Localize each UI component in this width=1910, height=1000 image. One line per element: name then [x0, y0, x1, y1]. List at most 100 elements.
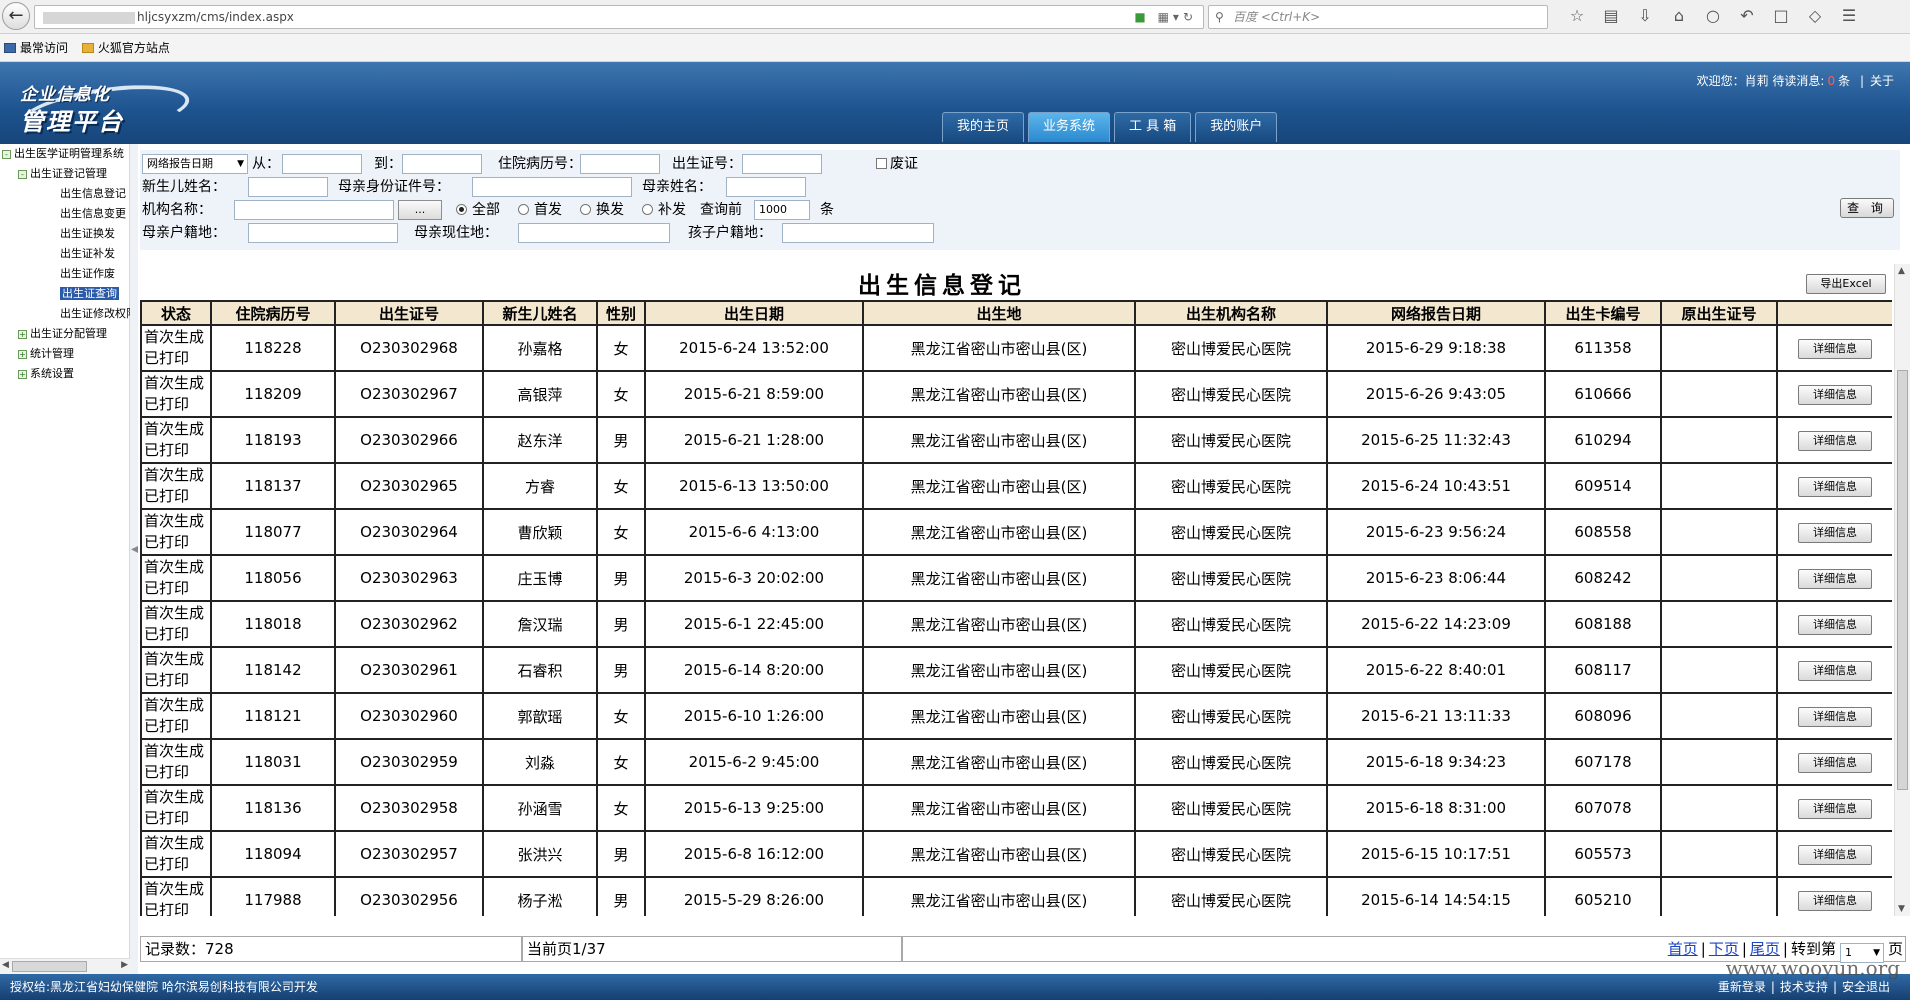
date-to-input[interactable]	[402, 154, 482, 174]
menu-icon[interactable]: ☰	[1832, 6, 1866, 25]
radio-reissue[interactable]	[642, 204, 653, 215]
detail-button[interactable]: 详细信息	[1798, 660, 1872, 681]
scroll-right-icon[interactable]: ▶	[121, 960, 128, 970]
detail-button[interactable]: 详细信息	[1798, 522, 1872, 543]
detail-button[interactable]: 详细信息	[1798, 614, 1872, 635]
tab-business-system[interactable]: 业务系统	[1028, 112, 1111, 142]
detail-button[interactable]: 详细信息	[1798, 476, 1872, 497]
org-picker-button[interactable]: ...	[398, 200, 442, 220]
scroll-thumb[interactable]	[12, 961, 87, 972]
expand-icon[interactable]: +	[18, 350, 27, 359]
tree-group-settings[interactable]: + 系统设置	[18, 366, 74, 382]
logout-link[interactable]: 安全退出	[1842, 980, 1890, 994]
status-line1: 首次生成	[144, 328, 205, 346]
export-excel-button[interactable]: 导出Excel	[1806, 274, 1886, 294]
column-header	[1776, 300, 1892, 326]
detail-button[interactable]: 详细信息	[1798, 752, 1872, 773]
org-input[interactable]	[234, 200, 394, 220]
scroll-left-icon[interactable]: ◀	[2, 960, 9, 970]
scroll-down-icon[interactable]: ▼	[1898, 904, 1905, 914]
child-reg-input[interactable]	[782, 223, 934, 243]
birthplace-cell: 黑龙江省密山市密山县(区)	[862, 784, 1136, 832]
tab-toolbox[interactable]: 工 具 箱	[1114, 112, 1192, 142]
qr-icon[interactable]: ▦	[1158, 10, 1173, 24]
mother-reg-input[interactable]	[248, 223, 398, 243]
detail-button[interactable]: 详细信息	[1798, 338, 1872, 359]
star-icon[interactable]: ☆	[1560, 6, 1594, 25]
detail-button[interactable]: 详细信息	[1798, 430, 1872, 451]
detail-button[interactable]: 详细信息	[1798, 706, 1872, 727]
record-no-cell: 117988	[210, 876, 336, 916]
detail-button[interactable]: 详细信息	[1798, 568, 1872, 589]
collapse-icon[interactable]: -	[18, 170, 27, 179]
sidebar-hscrollbar[interactable]: ◀ ▶	[0, 958, 130, 974]
sidebar-splitter[interactable]: ◀	[130, 144, 139, 974]
chat-icon[interactable]: ○	[1696, 6, 1730, 25]
expand-icon[interactable]: +	[18, 330, 27, 339]
record-no-input[interactable]	[580, 154, 660, 174]
date-type-select[interactable]: 网络报告日期 ▼	[142, 154, 248, 174]
mother-name-input[interactable]	[726, 177, 806, 197]
detail-button[interactable]: 详细信息	[1798, 890, 1872, 911]
home-icon[interactable]: ⌂	[1662, 6, 1696, 25]
void-checkbox[interactable]	[876, 158, 887, 169]
relogin-link[interactable]: 重新登录	[1718, 980, 1766, 994]
first-page-link[interactable]: 首页	[1668, 940, 1698, 958]
undo-icon[interactable]: ↶	[1730, 6, 1764, 25]
dropdown-icon[interactable]: ▾	[1173, 10, 1183, 24]
mother-id-input[interactable]	[472, 177, 632, 197]
reader-icon[interactable]: ▤	[1594, 6, 1628, 25]
mother-addr-input[interactable]	[518, 223, 670, 243]
scroll-thumb[interactable]	[1897, 370, 1908, 790]
expand-icon[interactable]: +	[18, 370, 27, 379]
back-arrow-icon[interactable]: ←	[2, 2, 30, 30]
message-icon[interactable]: ◇	[1798, 6, 1832, 25]
tree-leaf-cert-exchange[interactable]: 出生证换发	[60, 226, 115, 242]
baby-name-input[interactable]	[248, 177, 328, 197]
tree-leaf-cert-permission[interactable]: 出生证修改权限	[60, 306, 137, 322]
collapse-icon[interactable]: -	[2, 150, 11, 159]
institution-cell: 密山博爱民心医院	[1134, 600, 1328, 648]
radio-first[interactable]	[518, 204, 529, 215]
crop-icon[interactable]: □	[1764, 6, 1798, 25]
radio-change[interactable]	[580, 204, 591, 215]
tab-my-account[interactable]: 我的账户	[1195, 112, 1278, 142]
detail-button[interactable]: 详细信息	[1798, 384, 1872, 405]
tree-group-registration[interactable]: - 出生证登记管理	[18, 166, 107, 182]
scroll-up-icon[interactable]: ▲	[1898, 266, 1905, 276]
radio-first-label: 首发	[534, 202, 562, 218]
tree-group-allocation[interactable]: + 出生证分配管理	[18, 326, 107, 342]
detail-button[interactable]: 详细信息	[1798, 844, 1872, 865]
unread-count[interactable]: 0	[1824, 74, 1838, 88]
action-cell: 详细信息	[1776, 830, 1892, 878]
tree-leaf-cert-void[interactable]: 出生证作废	[60, 266, 115, 282]
action-cell: 详细信息	[1776, 784, 1892, 832]
tree-group-label: 出生证分配管理	[30, 327, 107, 340]
about-link[interactable]: 关于	[1870, 74, 1894, 88]
bookmark-firefox-site[interactable]: 火狐官方站点	[81, 34, 170, 62]
tree-leaf-birth-change[interactable]: 出生信息变更	[60, 206, 126, 222]
address-bar[interactable]: hljcsyxzm/cms/index.aspx ■ ▦▾↻	[34, 5, 1204, 29]
tree-leaf-cert-reissue[interactable]: 出生证补发	[60, 246, 115, 262]
query-count-input[interactable]: 1000	[754, 200, 810, 220]
bookmark-most-visited[interactable]: 最常访问	[4, 34, 68, 62]
detail-button[interactable]: 详细信息	[1798, 798, 1872, 819]
tree-root[interactable]: - 出生医学证明管理系统	[2, 146, 124, 162]
tree-group-statistics[interactable]: + 统计管理	[18, 346, 74, 362]
support-link[interactable]: 技术支持	[1780, 980, 1828, 994]
status-line2: 已打印	[144, 671, 190, 689]
query-button[interactable]: 查 询	[1840, 198, 1894, 218]
reload-icon[interactable]: ↻	[1183, 10, 1197, 24]
table-vscrollbar[interactable]: ▲ ▼	[1894, 264, 1910, 916]
birth-date-cell: 2015-6-3 20:02:00	[644, 554, 864, 602]
tree-leaf-cert-query[interactable]: 出生证查询	[60, 286, 119, 302]
radio-all[interactable]	[456, 204, 467, 215]
tree-leaf-birth-register[interactable]: 出生信息登记	[60, 186, 126, 202]
cert-no-input[interactable]	[742, 154, 822, 174]
status-cell: 首次生成 已打印	[140, 508, 212, 556]
search-input[interactable]: ⚲ 百度 <Ctrl+K>	[1208, 5, 1548, 29]
download-icon[interactable]: ⇩	[1628, 6, 1662, 25]
date-from-input[interactable]	[282, 154, 362, 174]
tab-home[interactable]: 我的主页	[942, 112, 1025, 142]
bookmark-label: 最常访问	[20, 41, 69, 55]
